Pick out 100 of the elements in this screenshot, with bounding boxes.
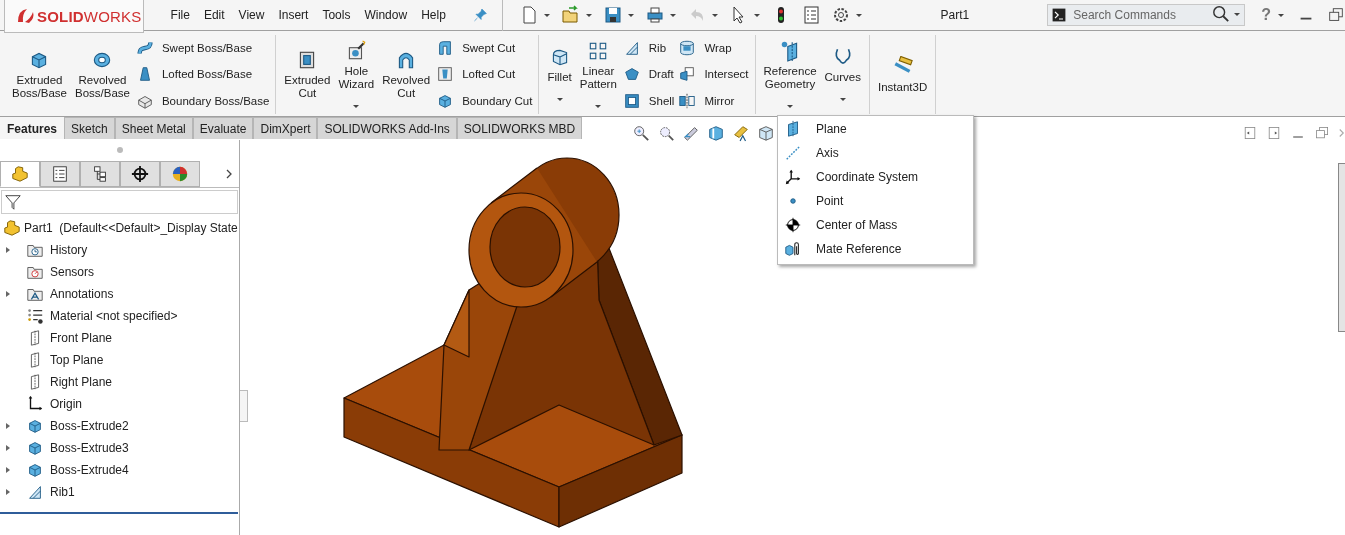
tree-item[interactable]: Right Plane <box>0 371 239 393</box>
command-button[interactable]: Boundary Boss/Base <box>135 88 270 113</box>
pin-icon[interactable] <box>472 7 488 23</box>
search-icon[interactable] <box>1212 5 1231 23</box>
menu-item[interactable]: View <box>231 4 272 26</box>
command-tab[interactable]: SOLIDWORKS MBD <box>456 117 583 139</box>
menu-item[interactable]: Window <box>357 4 415 26</box>
zoom-area-icon[interactable] <box>657 124 675 142</box>
caret-icon[interactable] <box>584 11 593 19</box>
tree-item[interactable]: Origin <box>0 393 239 415</box>
menu-item[interactable]: Tools <box>315 4 358 26</box>
tree-item[interactable]: Boss-Extrude4 <box>0 459 239 481</box>
command-button[interactable]: Mirror <box>678 88 749 113</box>
caret-icon[interactable] <box>838 95 847 103</box>
panel-tab[interactable] <box>80 160 120 187</box>
caret-icon[interactable] <box>626 11 635 19</box>
command-button[interactable]: Swept Boss/Base <box>135 36 270 61</box>
tree-item[interactable]: Front Plane <box>0 327 239 349</box>
caret-icon[interactable] <box>854 11 863 19</box>
tree-item[interactable]: Top Plane <box>0 349 239 371</box>
tile-left-icon[interactable] <box>1242 125 1258 141</box>
search-field[interactable]: Search Commands <box>1047 4 1246 26</box>
tree-item[interactable]: Annotations <box>0 283 239 305</box>
command-tab[interactable]: Sketch <box>64 117 115 139</box>
command-button[interactable]: Lofted Boss/Base <box>135 62 270 87</box>
previous-view-icon[interactable] <box>682 124 700 142</box>
command-button[interactable]: Draft <box>622 62 675 87</box>
panel-drag-handle[interactable] <box>116 147 123 153</box>
command-button[interactable]: Extruded Cut <box>282 35 333 114</box>
section-view-icon[interactable] <box>707 124 725 142</box>
caret-icon[interactable] <box>1277 11 1285 19</box>
blocks-icon <box>11 164 29 183</box>
caret-icon[interactable] <box>668 11 677 19</box>
command-button[interactable]: Boundary Cut <box>436 88 533 113</box>
command-tab[interactable]: Features <box>0 117 65 139</box>
printer-icon[interactable] <box>644 5 665 25</box>
command-button[interactable]: Swept Cut <box>436 36 533 61</box>
caret-icon[interactable] <box>542 11 551 19</box>
expand-arrow-icon[interactable] <box>4 246 12 254</box>
tree-item[interactable]: Material <not specified> <box>0 305 239 327</box>
panel-tab[interactable] <box>120 160 160 187</box>
display-style-icon[interactable] <box>732 124 750 142</box>
logo-text: SOLIDWORKS <box>37 7 142 25</box>
command-button[interactable]: Intersect <box>678 62 749 87</box>
chevron-right-icon[interactable] <box>224 167 234 180</box>
command-button[interactable]: Wrap <box>678 36 749 61</box>
command-button[interactable]: Hole Wizard <box>336 35 377 114</box>
help-button[interactable]: ? <box>1261 6 1271 24</box>
intersect-icon <box>678 65 697 84</box>
menu-item[interactable]: Insert <box>271 4 316 26</box>
restore-icon[interactable] <box>1314 125 1330 141</box>
command-button[interactable]: Reference Geometry <box>761 35 819 114</box>
menu-item[interactable]: Help <box>414 4 453 26</box>
command-tab[interactable]: Sheet Metal <box>114 117 193 139</box>
task-pane-strip[interactable] <box>1338 163 1345 332</box>
menu-item[interactable]: Point <box>778 189 973 213</box>
filter-field[interactable] <box>1 190 238 214</box>
menu-item[interactable]: Plane <box>778 117 973 141</box>
command-tab[interactable]: DimXpert <box>253 117 318 139</box>
command-button[interactable]: Lofted Cut <box>436 62 533 87</box>
expand-arrow-icon[interactable] <box>4 422 12 430</box>
command-button[interactable]: Shell <box>622 88 675 113</box>
caret-icon[interactable] <box>752 11 761 19</box>
command-button[interactable]: Instant3D <box>876 35 930 114</box>
expand-arrow-icon[interactable] <box>4 488 12 496</box>
command-button[interactable]: Revolved Boss/Base <box>72 35 132 114</box>
command-tab[interactable]: SOLIDWORKS Add-Ins <box>317 117 457 139</box>
panel-splitter-handle[interactable] <box>240 390 248 422</box>
menu-item[interactable]: Center of Mass <box>778 213 973 237</box>
command-button[interactable]: Revolved Cut <box>380 35 433 114</box>
tree-item[interactable]: Boss-Extrude2 <box>0 415 239 437</box>
zoom-fit-icon[interactable] <box>632 124 650 142</box>
command-button[interactable]: Rib <box>622 36 675 61</box>
command-button[interactable]: Fillet <box>545 35 574 114</box>
cylinder-icon <box>678 39 697 58</box>
tree-item[interactable]: Sensors <box>0 261 239 283</box>
menu-item[interactable]: Mate Reference <box>778 237 973 261</box>
panel-tab[interactable] <box>40 160 80 187</box>
menu-item[interactable]: Coordinate System <box>778 165 973 189</box>
menu-item[interactable]: Axis <box>778 141 973 165</box>
restore-icon[interactable] <box>1327 6 1345 24</box>
command-button[interactable]: Linear Pattern <box>577 35 619 114</box>
command-button[interactable]: Extruded Boss/Base <box>10 35 69 114</box>
view-cube-icon[interactable] <box>757 124 775 142</box>
tree-item[interactable]: History <box>0 239 239 261</box>
menu-item[interactable]: Edit <box>196 4 232 26</box>
cube-paperclip-icon <box>784 240 802 258</box>
caret-icon[interactable] <box>1233 10 1242 18</box>
tile-right-icon[interactable] <box>1266 125 1282 141</box>
tree-item[interactable]: Part1 (Default<<Default>_Display State <box>0 217 239 239</box>
caret-icon[interactable] <box>555 95 564 103</box>
tree-item[interactable]: Rib1 <box>0 481 239 503</box>
tree-item[interactable]: Boss-Extrude3 <box>0 437 239 459</box>
expand-arrow-icon[interactable] <box>4 466 12 474</box>
command-tab[interactable]: Evaluate <box>192 117 254 139</box>
command-button[interactable]: Curves <box>822 35 863 114</box>
expand-arrow-icon[interactable] <box>4 290 12 298</box>
menu-item[interactable]: File <box>163 4 197 26</box>
block-cutout-icon <box>436 65 455 84</box>
expand-arrow-icon[interactable] <box>4 444 12 452</box>
